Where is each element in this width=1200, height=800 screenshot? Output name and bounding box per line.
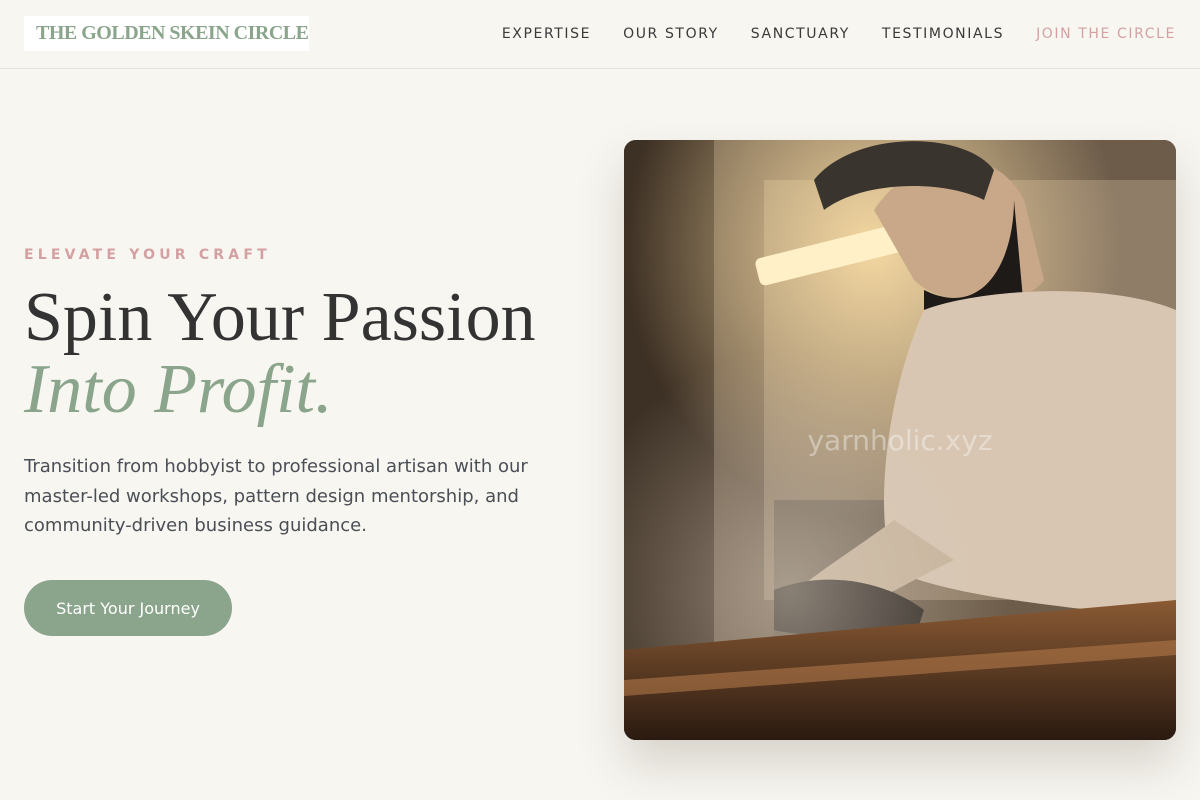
hero-eyebrow: ELEVATE YOUR CRAFT <box>24 247 271 263</box>
navbar: THE GOLDEN SKEIN CIRCLE EXPERTISE OUR ST… <box>0 0 1200 69</box>
nav-expertise[interactable]: EXPERTISE <box>502 26 591 42</box>
headline-line-1: Spin Your Passion <box>24 279 536 356</box>
nav-join-the-circle[interactable]: JOIN THE CIRCLE <box>1036 26 1176 42</box>
nav-testimonials[interactable]: TESTIMONIALS <box>882 26 1004 42</box>
site-logo[interactable]: THE GOLDEN SKEIN CIRCLE <box>24 16 309 51</box>
nav-sanctuary[interactable]: SANCTUARY <box>751 26 850 42</box>
hero-headline: Spin Your Passion Into Profit. <box>24 282 604 426</box>
main-nav: EXPERTISE OUR STORY SANCTUARY TESTIMONIA… <box>502 24 1176 44</box>
hero-image: yarnholic.xyz <box>624 140 1176 740</box>
nav-our-story[interactable]: OUR STORY <box>623 26 719 42</box>
hero-description: Transition from hobbyist to professional… <box>24 456 528 536</box>
start-journey-button[interactable]: Start Your Journey <box>24 580 232 636</box>
headline-line-2: Into Profit. <box>24 351 333 428</box>
image-watermark: yarnholic.xyz <box>807 424 993 457</box>
